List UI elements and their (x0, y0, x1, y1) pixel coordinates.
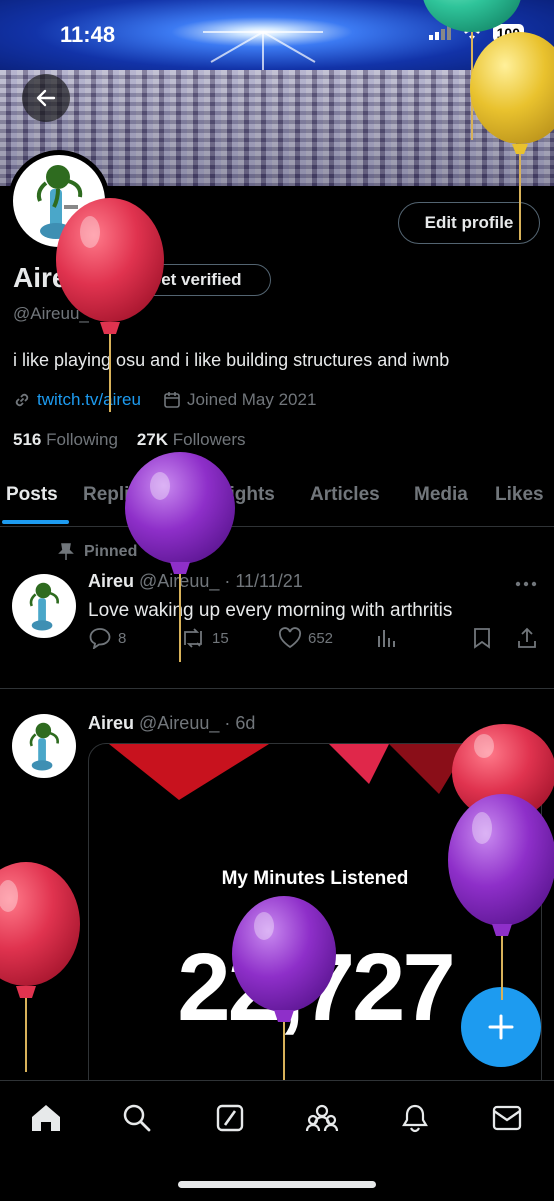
repost-icon (184, 628, 202, 648)
search-icon (497, 87, 519, 109)
profile-name: Aireu (13, 262, 85, 293)
nav-home[interactable] (29, 1101, 63, 1135)
calendar-icon (164, 392, 180, 408)
balloon-red (0, 862, 80, 1072)
post-date[interactable]: · 11/11/21 (224, 571, 302, 591)
home-indicator (178, 1181, 376, 1188)
following-count: 516 (13, 430, 42, 449)
post-divider (0, 688, 554, 689)
post-avatar[interactable] (12, 574, 76, 638)
post-author[interactable]: Aireu (88, 571, 134, 591)
bookmark-icon (474, 628, 490, 649)
profile-meta: twitch.tv/aireu Joined May 2021 (13, 390, 316, 410)
profile-link[interactable]: twitch.tv/aireu (37, 390, 141, 410)
battery-indicator: 100 (492, 24, 524, 42)
grok-icon (216, 1104, 244, 1132)
repost-button[interactable]: 15 (180, 627, 229, 649)
profile-link-row[interactable]: twitch.tv/aireu (13, 390, 141, 410)
nav-communities[interactable] (305, 1101, 339, 1135)
followers-label: Followers (172, 430, 246, 449)
status-icons: 100 (428, 24, 524, 42)
reply-button[interactable]: 8 (88, 627, 126, 649)
nav-messages[interactable] (490, 1101, 524, 1135)
post-author[interactable]: Aireu (88, 713, 134, 733)
profile-handle: @Aireuu_ (13, 304, 89, 323)
post-header: Aireu @Aireuu_ · 6d (88, 713, 255, 734)
get-verified-label: Get verified (148, 270, 242, 289)
avatar-image (29, 722, 59, 771)
reply-icon (89, 628, 111, 649)
post-handle[interactable]: @Aireuu_ (139, 571, 219, 591)
post-handle[interactable]: @Aireuu_ (139, 713, 219, 733)
post-more-button[interactable] (515, 570, 537, 593)
nav-explore[interactable] (120, 1101, 154, 1135)
repost-count: 15 (212, 629, 229, 647)
followers-count: 27K (136, 430, 169, 449)
avatar-image (36, 165, 83, 239)
post-header: Aireu @Aireuu_ · 11/11/21 (88, 571, 303, 592)
joined-date: Joined May 2021 (186, 390, 317, 409)
signal-icon (428, 26, 451, 40)
plus-icon (488, 1014, 514, 1040)
tab-highlights[interactable]: Highlights (182, 484, 275, 506)
like-count: 652 (308, 629, 334, 647)
notifications-icon (402, 1104, 428, 1133)
tab-likes[interactable]: Likes (495, 484, 544, 506)
back-arrow-icon (36, 89, 56, 107)
media-title: My Minutes Listened (221, 868, 409, 889)
joined-row: Joined May 2021 (163, 390, 316, 410)
nav-notifications[interactable] (398, 1101, 432, 1135)
following-link[interactable]: 516 Following (13, 430, 118, 449)
bookmark-button[interactable] (472, 627, 492, 649)
get-verified-button[interactable]: Get verified (105, 264, 271, 296)
reply-count: 8 (118, 629, 127, 647)
like-button[interactable]: 652 (278, 627, 333, 649)
profile-tabs: Posts Replies Highlights Articles Media … (0, 480, 554, 527)
link-icon (15, 393, 29, 407)
messages-icon (492, 1105, 522, 1131)
compose-post-button[interactable] (461, 987, 541, 1067)
profile-avatar[interactable] (8, 150, 110, 252)
verified-badge-icon (121, 271, 139, 289)
communities-icon (305, 1104, 339, 1132)
more-icon (515, 581, 537, 587)
active-tab-indicator (2, 520, 69, 524)
views-button[interactable] (376, 627, 398, 649)
pinned-indicator: Pinned (58, 543, 137, 561)
post-date[interactable]: · 6d (224, 713, 255, 733)
follow-stats: 516 Following 27K Followers (13, 430, 246, 450)
explore-icon (123, 1104, 151, 1132)
tab-articles[interactable]: Articles (310, 484, 380, 506)
edit-profile-button[interactable]: Edit profile (398, 202, 540, 244)
back-button[interactable] (22, 74, 70, 122)
followers-link[interactable]: 27K Followers (137, 430, 246, 449)
pin-icon (58, 543, 74, 560)
like-icon (278, 627, 302, 649)
avatar-image (29, 582, 59, 631)
nav-grok[interactable] (213, 1101, 247, 1135)
pinned-label: Pinned (84, 543, 138, 560)
home-icon (32, 1105, 60, 1131)
post-text: Love waking up every morning with arthri… (88, 600, 453, 621)
share-button[interactable] (516, 627, 538, 649)
views-icon (378, 630, 395, 647)
status-time: 11:48 (60, 22, 116, 47)
tab-media[interactable]: Media (414, 484, 468, 506)
wifi-icon (460, 25, 483, 40)
following-label: Following (46, 430, 118, 449)
tab-posts[interactable]: Posts (6, 484, 58, 506)
share-icon (518, 627, 536, 648)
search-button[interactable] (484, 74, 532, 122)
profile-bio: i like playing osu and i like building s… (13, 350, 450, 370)
tab-replies[interactable]: Replies (83, 484, 151, 506)
post-avatar[interactable] (12, 714, 76, 778)
